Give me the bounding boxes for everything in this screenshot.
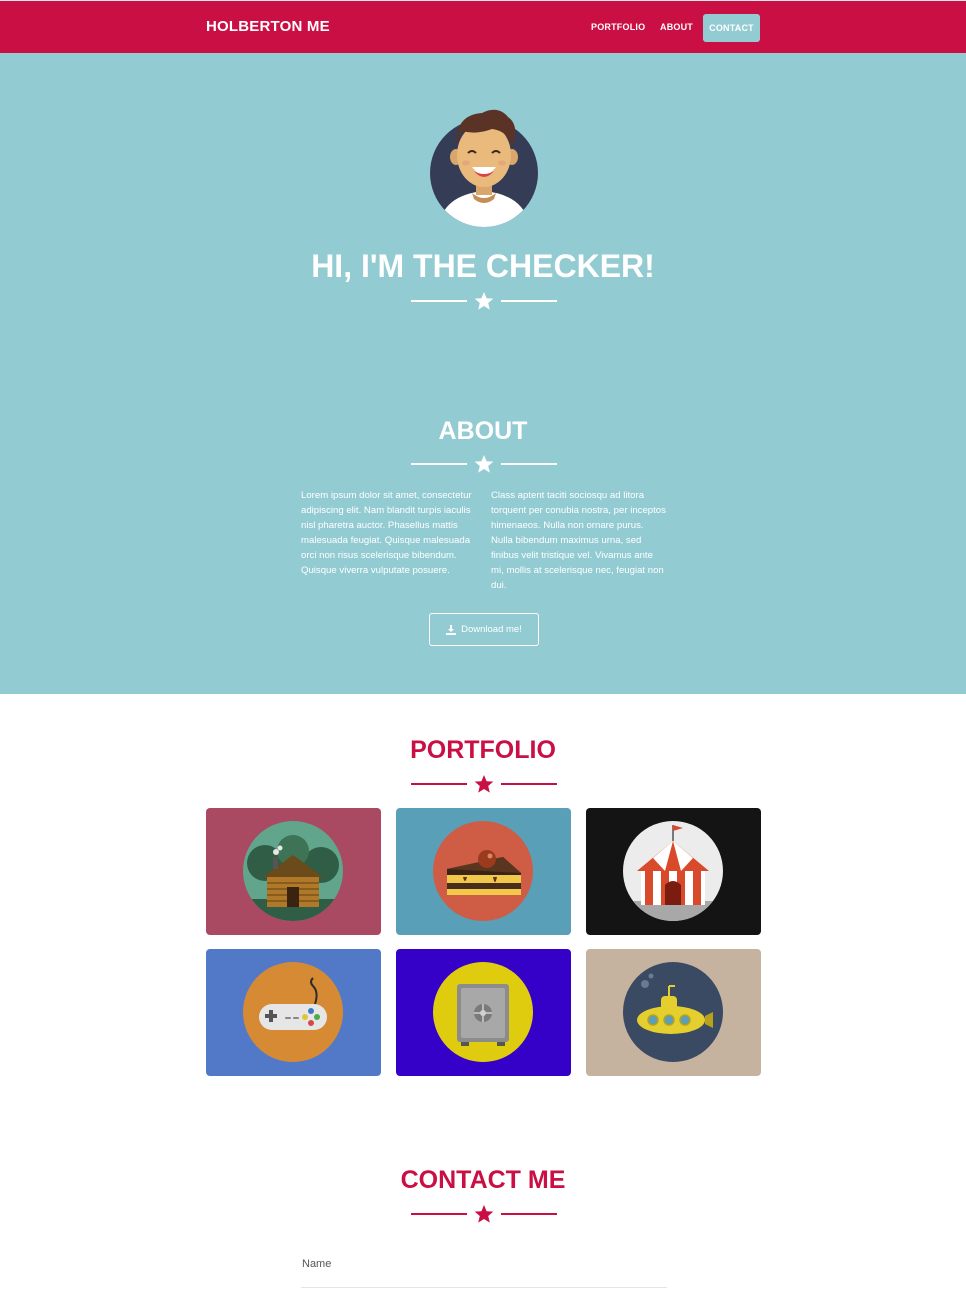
star-divider (411, 774, 557, 794)
navbar: HOLBERTON ME PORTFOLIO ABOUT CONTACT (0, 0, 966, 53)
star-icon (474, 775, 494, 793)
circus-tent-icon (623, 821, 723, 921)
about-text-left: Lorem ipsum dolor sit amet, consectetur … (301, 490, 472, 576)
star-icon (474, 455, 494, 473)
about-title: ABOUT (438, 417, 528, 445)
name-label: Name (302, 1258, 332, 1270)
star-divider (411, 454, 557, 474)
name-input[interactable] (301, 1252, 667, 1288)
nav-link-portfolio[interactable]: PORTFOLIO (591, 22, 645, 32)
brand-logo[interactable]: HOLBERTON ME (206, 18, 330, 35)
star-icon (474, 292, 494, 310)
portfolio-item-safe[interactable] (396, 949, 571, 1076)
portfolio-item-submarine[interactable] (586, 949, 761, 1076)
cake-slice-icon (433, 821, 533, 921)
submarine-icon (623, 962, 723, 1062)
star-divider (411, 1204, 557, 1224)
portfolio-title: PORTFOLIO (410, 736, 556, 764)
smiling-person-avatar-icon (430, 109, 538, 227)
star-icon (474, 1205, 494, 1223)
download-button-label: Download me! (461, 624, 522, 635)
about-text-right: Class aptent taciti sociosqu ad litora t… (491, 490, 666, 591)
log-cabin-icon (243, 821, 343, 921)
star-divider (411, 291, 557, 311)
contact-title: CONTACT ME (400, 1166, 566, 1194)
hero-section: HI, I'M THE CHECKER! ABOUT Lorem ipsum d… (0, 53, 966, 694)
safe-icon (433, 962, 533, 1062)
portfolio-item-controller[interactable] (206, 949, 381, 1076)
nav-link-about[interactable]: ABOUT (660, 22, 693, 32)
portfolio-item-cabin[interactable] (206, 808, 381, 935)
download-button[interactable]: Download me! (429, 613, 539, 646)
nav-link-contact[interactable]: CONTACT (703, 14, 760, 42)
game-controller-icon (243, 962, 343, 1062)
download-icon (446, 624, 457, 635)
portfolio-item-circus[interactable] (586, 808, 761, 935)
hero-title: HI, I'M THE CHECKER! (311, 248, 655, 284)
portfolio-item-cake[interactable] (396, 808, 571, 935)
